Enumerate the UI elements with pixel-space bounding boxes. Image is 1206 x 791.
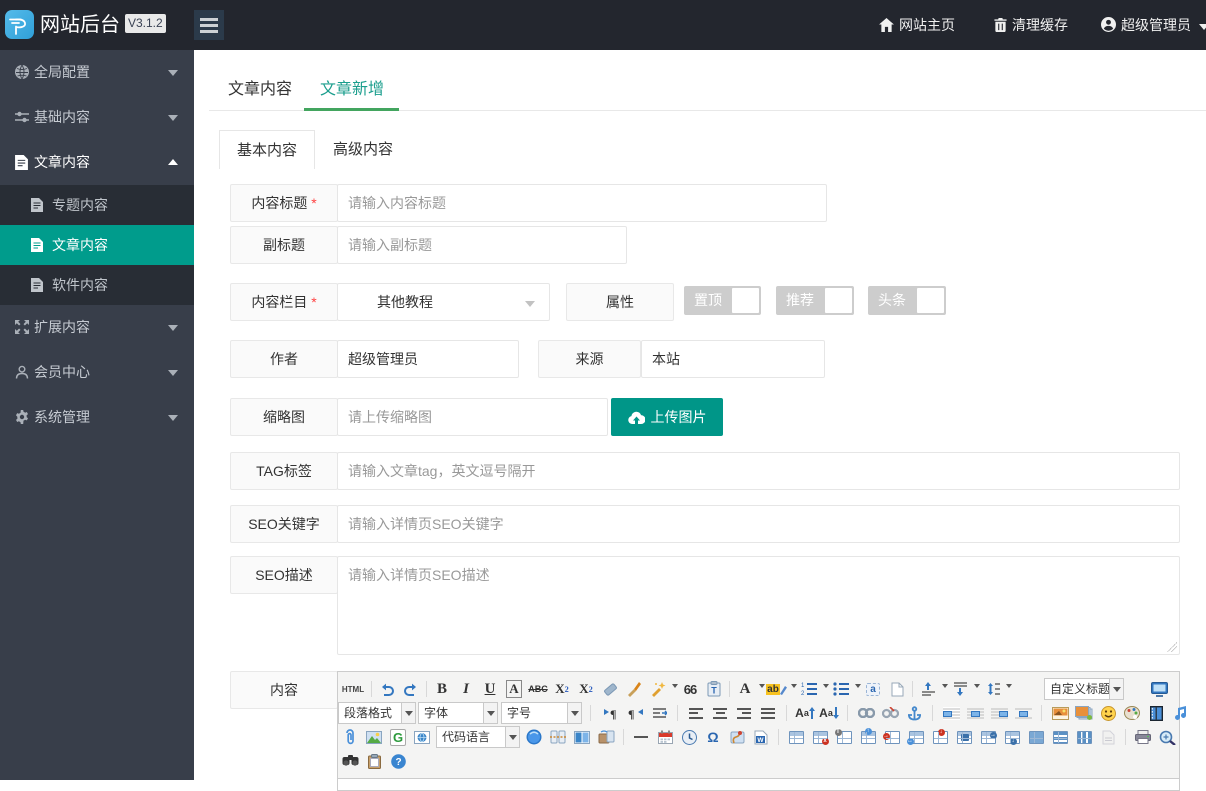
svg-text:¶: ¶ — [628, 707, 634, 720]
svg-text:?: ? — [395, 757, 401, 768]
svg-text:T: T — [711, 686, 717, 696]
svg-text:W: W — [757, 737, 764, 744]
svg-text:¶: ¶ — [610, 707, 616, 720]
svg-text:1: 1 — [801, 683, 805, 689]
svg-text:2: 2 — [801, 691, 805, 696]
